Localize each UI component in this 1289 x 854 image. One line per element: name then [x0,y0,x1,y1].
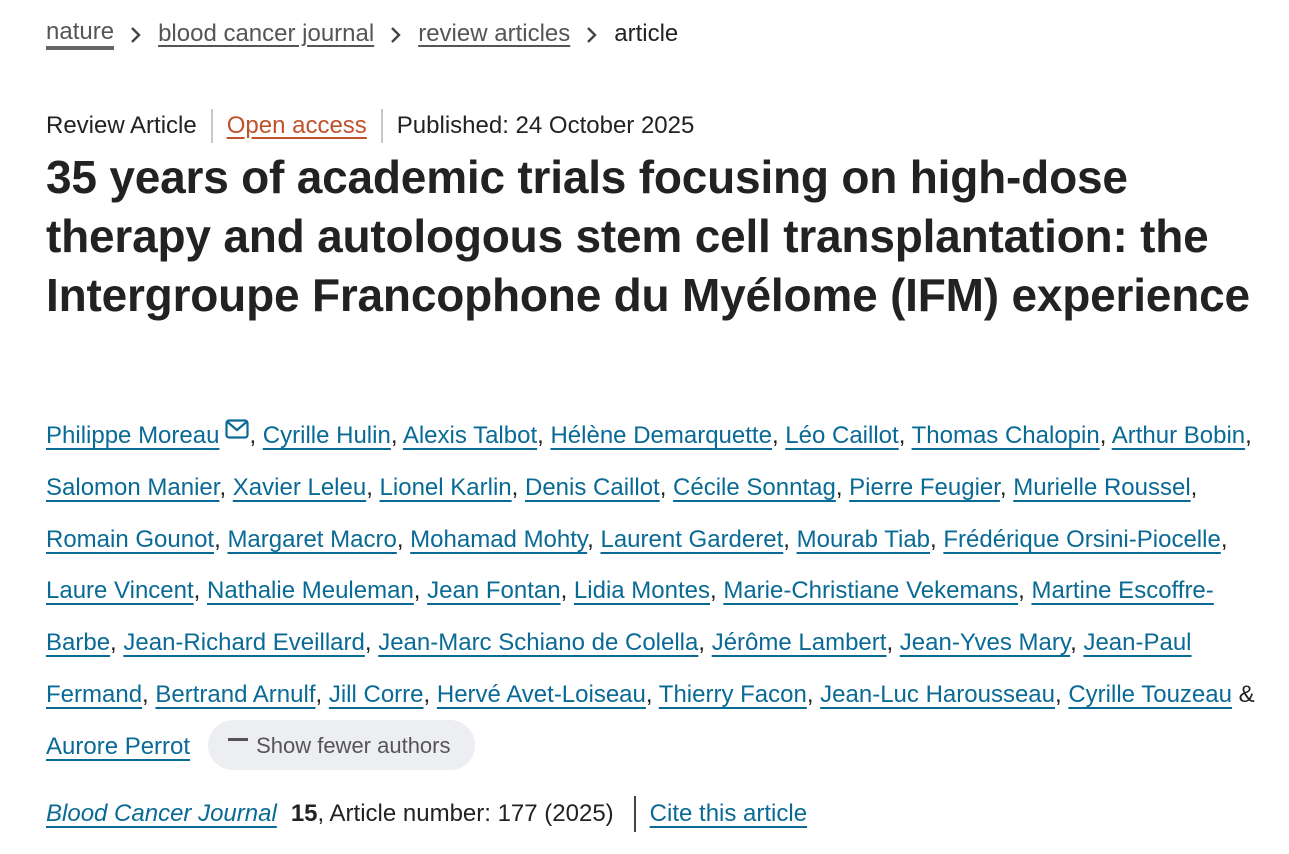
author-link[interactable]: Jean-Luc Harousseau [820,681,1055,708]
article-type: Review Article [46,112,197,139]
author-link[interactable]: Jill Corre [329,681,424,708]
author-link[interactable]: Mourab Tiab [797,526,930,553]
author-link[interactable]: Bertrand Arnulf [155,681,315,708]
author-link[interactable]: Thomas Chalopin [912,422,1100,449]
author-link[interactable]: Jean-Richard Eveillard [123,629,364,656]
citation-row: Blood Cancer Journal 15 , Article number… [46,796,807,832]
chevron-right-icon [374,18,418,50]
meta-divider [210,109,213,143]
author-link[interactable]: Murielle Roussel [1013,474,1190,501]
article-number: , Article number: 177 (2025) [317,800,614,827]
author-link[interactable]: Léo Caillot [785,422,898,449]
breadcrumb-nature[interactable]: nature [46,18,115,50]
author-link[interactable]: Xavier Leleu [233,474,366,501]
author-link[interactable]: Cécile Sonntag [673,474,836,501]
author-link[interactable]: Jérôme Lambert [712,629,887,656]
author-link[interactable]: Lionel Karlin [380,474,512,501]
author-link[interactable]: Jean Fontan [427,577,560,604]
published-date: Published: 24 October 2025 [396,112,695,139]
minus-icon [228,737,249,741]
breadcrumb: nature blood cancer journal review artic… [46,18,678,50]
author-list: Philippe Moreau, Cyrille Hulin, Alexis T… [46,406,1266,773]
envelope-icon[interactable] [225,406,250,458]
article-title: 35 years of academic trials focusing on … [46,151,1250,321]
volume-number: 15 [290,800,318,827]
author-link[interactable]: Aurore Perrot [46,733,190,760]
author-link[interactable]: Marie-Christiane Vekemans [723,577,1018,604]
author-link[interactable]: Philippe Moreau [46,422,219,449]
author-link[interactable]: Jean-Marc Schiano de Colella [378,629,698,656]
author-link[interactable]: Cyrille Touzeau [1068,681,1232,708]
author-link[interactable]: Arthur Bobin [1112,422,1245,449]
open-access-link[interactable]: Open access [227,108,367,144]
meta-divider [380,109,383,143]
article-meta: Review Article Open access Published: 24… [46,108,694,144]
cite-this-article-link[interactable]: Cite this article [650,796,807,832]
author-link[interactable]: Hervé Avet-Loiseau [437,681,646,708]
author-link[interactable]: Salomon Manier [46,474,219,501]
author-link[interactable]: Mohamad Mohty [410,526,587,553]
show-fewer-authors-button[interactable]: Show fewer authors [208,720,475,771]
breadcrumb-journal[interactable]: blood cancer journal [158,18,374,50]
author-link[interactable]: Thierry Facon [659,681,807,708]
author-link[interactable]: Denis Caillot [525,474,660,501]
author-link[interactable]: Cyrille Hulin [263,422,391,449]
author-link[interactable]: Romain Gounot [46,526,214,553]
author-link[interactable]: Nathalie Meuleman [207,577,414,604]
author-link[interactable]: Pierre Feugier [849,474,1000,501]
author-link[interactable]: Laurent Garderet [600,526,783,553]
chevron-right-icon [570,18,614,50]
journal-link[interactable]: Blood Cancer Journal [46,796,277,832]
chevron-right-icon [114,18,158,50]
author-link[interactable]: Hélène Demarquette [550,422,771,449]
author-link[interactable]: Jean-Yves Mary [900,629,1070,656]
author-link[interactable]: Frédérique Orsini-Piocelle [943,526,1220,553]
author-link[interactable]: Laure Vincent [46,577,194,604]
author-link[interactable]: Lidia Montes [574,577,710,604]
author-link[interactable]: Margaret Macro [227,526,396,553]
breadcrumb-review-articles[interactable]: review articles [418,18,570,50]
author-link[interactable]: Alexis Talbot [403,422,537,449]
citation-divider [633,796,636,832]
show-fewer-authors-label: Show fewer authors [256,732,451,758]
breadcrumb-current: article [614,20,679,47]
